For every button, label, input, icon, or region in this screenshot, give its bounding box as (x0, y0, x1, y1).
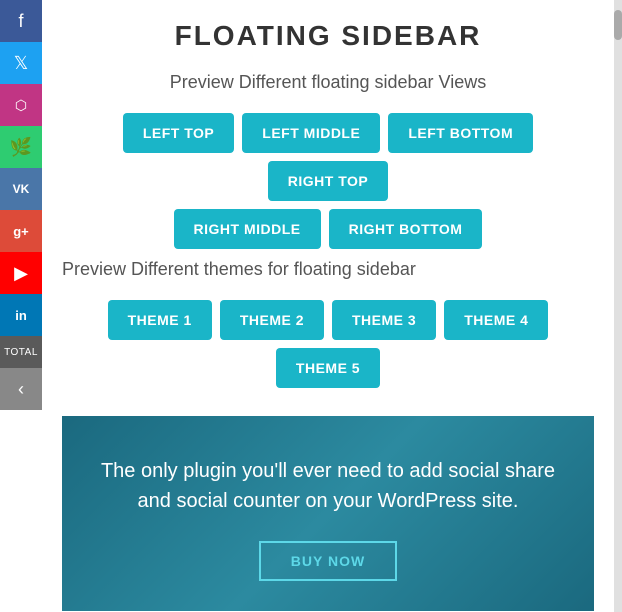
total-label: Total (0, 336, 42, 368)
bottom-description: The only plugin you'll ever need to add … (82, 456, 574, 516)
right-bottom-button[interactable]: RIGHT BOTTOM (329, 209, 483, 249)
left-social-sidebar: f 𝕏 ⬡ 🌿 VK g+ ▶ in Total ‹ (0, 0, 42, 410)
google-plus-icon: g+ (13, 224, 29, 239)
linkedin-button[interactable]: in (0, 294, 42, 336)
instagram-icon: ⬡ (15, 97, 27, 114)
left-top-button[interactable]: LEFT TOP (123, 113, 234, 153)
linkedin-icon: in (15, 308, 27, 323)
top-section: FLOATING SIDEBAR Preview Different float… (62, 0, 594, 416)
twitter-icon: 𝕏 (14, 53, 29, 74)
theme-buttons-row: THEME 1 THEME 2 THEME 3 THEME 4 THEME 5 (62, 300, 594, 388)
main-content: FLOATING SIDEBAR Preview Different float… (42, 0, 614, 611)
twitter-button[interactable]: 𝕏 (0, 42, 42, 84)
scrollbar[interactable] (614, 0, 622, 612)
buy-now-button[interactable]: BUY NOW (259, 541, 397, 581)
left-bottom-button[interactable]: LEFT BOTTOM (388, 113, 533, 153)
facebook-icon: f (18, 11, 23, 32)
left-middle-button[interactable]: LEFT MIDDLE (242, 113, 380, 153)
right-middle-button[interactable]: RIGHT MIDDLE (174, 209, 321, 249)
google-plus-button[interactable]: g+ (0, 210, 42, 252)
page-title: FLOATING SIDEBAR (62, 20, 594, 52)
theme1-button[interactable]: THEME 1 (108, 300, 212, 340)
collapse-button[interactable]: ‹ (0, 368, 42, 410)
vk-button[interactable]: VK (0, 168, 42, 210)
youtube-icon: ▶ (14, 263, 28, 284)
themes-section: Preview Different themes for floating si… (62, 259, 594, 388)
view-buttons-row1: LEFT TOP LEFT MIDDLE LEFT BOTTOM RIGHT T… (62, 113, 594, 201)
leaf-icon: 🌿 (10, 137, 32, 158)
theme4-button[interactable]: THEME 4 (444, 300, 548, 340)
vk-icon: VK (13, 182, 30, 196)
views-subtitle: Preview Different floating sidebar Views (62, 72, 594, 93)
theme2-button[interactable]: THEME 2 (220, 300, 324, 340)
leaf-button[interactable]: 🌿 (0, 126, 42, 168)
arrow-left-icon: ‹ (18, 379, 24, 400)
theme3-button[interactable]: THEME 3 (332, 300, 436, 340)
total-text: Total (4, 347, 38, 358)
youtube-button[interactable]: ▶ (0, 252, 42, 294)
themes-subtitle: Preview Different themes for floating si… (62, 259, 594, 280)
view-buttons-row2: RIGHT MIDDLE RIGHT BOTTOM (62, 209, 594, 249)
bottom-section: The only plugin you'll ever need to add … (62, 416, 594, 611)
instagram-button[interactable]: ⬡ (0, 84, 42, 126)
right-top-button[interactable]: RIGHT TOP (268, 161, 388, 201)
facebook-button[interactable]: f (0, 0, 42, 42)
theme5-button[interactable]: THEME 5 (276, 348, 380, 388)
scrollbar-thumb[interactable] (614, 10, 622, 40)
